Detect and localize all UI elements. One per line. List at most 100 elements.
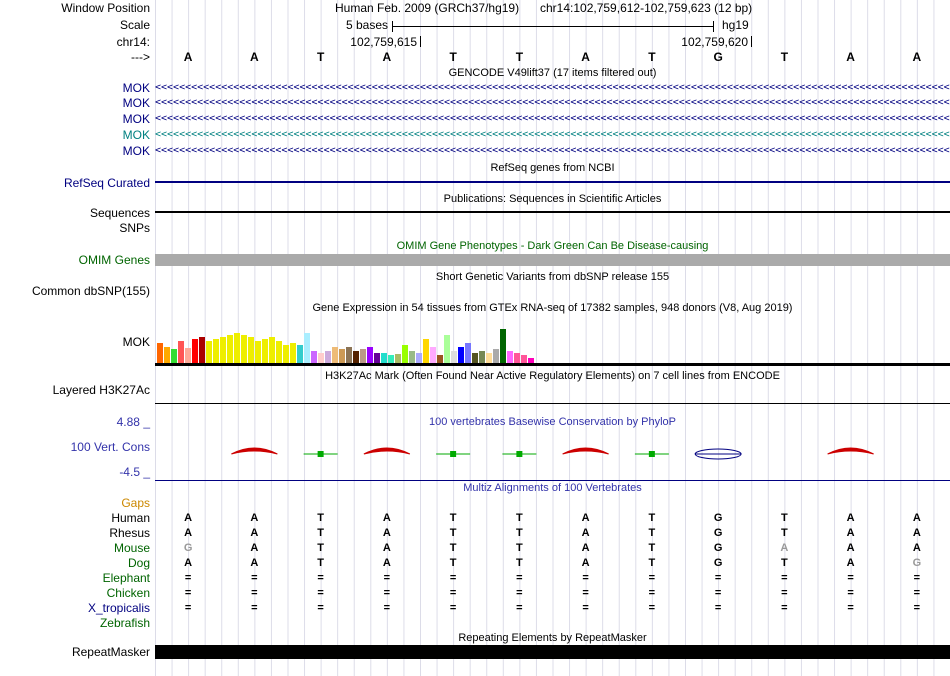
gtex-tissue-bar[interactable]	[283, 345, 289, 363]
gtex-tissue-bar[interactable]	[514, 353, 520, 363]
gene-label[interactable]: MOK	[0, 82, 150, 95]
sequences-label[interactable]: Sequences	[0, 207, 150, 220]
gtex-tissue-bar[interactable]	[164, 347, 170, 363]
gtex-tissue-bar[interactable]	[332, 347, 338, 363]
assembly-short: hg19	[722, 18, 749, 32]
gtex-tissue-bar[interactable]	[213, 339, 219, 363]
alignment-cell: =	[913, 572, 921, 584]
gene-label[interactable]: MOK	[0, 129, 150, 142]
alignment-cell: A	[912, 527, 921, 539]
gtex-tissue-bar[interactable]	[199, 337, 205, 363]
gene-track-row[interactable]: <<<<<<<<<<<<<<<<<<<<<<<<<<<<<<<<<<<<<<<<…	[155, 82, 950, 95]
gtex-tissue-bar[interactable]	[367, 347, 373, 363]
gtex-tissue-bar[interactable]	[241, 335, 247, 363]
gtex-tissue-bar[interactable]	[479, 351, 485, 363]
gtex-tissue-bar[interactable]	[255, 341, 261, 363]
sequences-bar[interactable]	[155, 211, 950, 213]
gtex-tissue-bar[interactable]	[521, 355, 527, 363]
gtex-tissue-bar[interactable]	[507, 351, 513, 363]
gtex-tissue-bar[interactable]	[381, 353, 387, 363]
gtex-tissue-bar[interactable]	[500, 329, 506, 363]
species-label[interactable]: X_tropicalis	[0, 602, 150, 615]
gtex-tissue-bar[interactable]	[416, 353, 422, 363]
gene-track-row[interactable]: <<<<<<<<<<<<<<<<<<<<<<<<<<<<<<<<<<<<<<<<…	[155, 129, 950, 142]
species-label[interactable]: Mouse	[0, 542, 150, 555]
alignment-cell: =	[847, 572, 854, 584]
omim-genes-label[interactable]: OMIM Genes	[0, 254, 150, 267]
gtex-tissue-bar[interactable]	[262, 339, 268, 363]
gtex-tissue-bar[interactable]	[269, 337, 275, 363]
base-letter: T	[449, 50, 457, 64]
gtex-tissue-bar[interactable]	[220, 337, 226, 363]
gtex-tissue-bar[interactable]	[409, 351, 415, 363]
gtex-tissue-bar[interactable]	[171, 349, 177, 363]
gtex-gene-label[interactable]: MOK	[0, 336, 150, 349]
gtex-tissue-bar[interactable]	[276, 341, 282, 363]
dbsnp-label[interactable]: Common dbSNP(155)	[0, 285, 150, 298]
repeatmasker-label[interactable]: RepeatMasker	[0, 646, 150, 659]
species-label[interactable]: Zebrafish	[0, 617, 150, 630]
gene-label[interactable]: MOK	[0, 97, 150, 110]
gtex-tissue-bar[interactable]	[493, 349, 499, 363]
gtex-tissue-bar[interactable]	[325, 351, 331, 363]
species-label[interactable]: Rhesus	[0, 527, 150, 540]
species-label[interactable]: Human	[0, 512, 150, 525]
gtex-tissue-bar[interactable]	[374, 353, 380, 363]
gtex-tissue-bar[interactable]	[437, 355, 443, 363]
gtex-tissue-bar[interactable]	[178, 341, 184, 363]
species-label[interactable]: Chicken	[0, 587, 150, 600]
gtex-tissue-bar[interactable]	[234, 333, 240, 363]
species-label[interactable]: Dog	[0, 557, 150, 570]
gtex-tissue-bar[interactable]	[248, 337, 254, 363]
gene-track-row[interactable]: <<<<<<<<<<<<<<<<<<<<<<<<<<<<<<<<<<<<<<<<…	[155, 97, 950, 110]
gene-track-row[interactable]: <<<<<<<<<<<<<<<<<<<<<<<<<<<<<<<<<<<<<<<<…	[155, 145, 950, 158]
gtex-tissue-bar[interactable]	[304, 333, 310, 363]
gtex-tissue-bar[interactable]	[185, 348, 191, 363]
gtex-tissue-bar[interactable]	[395, 354, 401, 363]
gtex-tissue-bar[interactable]	[339, 349, 345, 363]
gene-label[interactable]: MOK	[0, 145, 150, 158]
gtex-tissue-bar[interactable]	[360, 349, 366, 363]
h3k27ac-label[interactable]: Layered H3K27Ac	[0, 384, 150, 397]
alignment-cell: =	[781, 602, 788, 614]
gtex-tissue-bar[interactable]	[353, 351, 359, 363]
species-label[interactable]: Elephant	[0, 572, 150, 585]
gtex-tissue-bar[interactable]	[423, 339, 429, 363]
gene-track-row[interactable]: <<<<<<<<<<<<<<<<<<<<<<<<<<<<<<<<<<<<<<<<…	[155, 113, 950, 126]
phylop-track-label[interactable]: 100 Vert. Cons	[0, 441, 150, 454]
gtex-tissue-bar[interactable]	[444, 335, 450, 363]
alignment-cell: =	[714, 587, 722, 599]
gtex-tissue-bar[interactable]	[192, 339, 198, 363]
gtex-tissue-bar[interactable]	[430, 347, 436, 363]
alignment-cell: A	[780, 542, 789, 554]
gtex-tissue-bar[interactable]	[402, 345, 408, 363]
alignment-cell: =	[516, 572, 523, 584]
gtex-tissue-bar[interactable]	[290, 343, 296, 363]
gtex-tissue-bar[interactable]	[311, 351, 317, 363]
gtex-tissue-bar[interactable]	[206, 341, 212, 363]
alignment-cell: =	[582, 572, 589, 584]
alignment-cell: =	[251, 602, 258, 614]
gtex-tissue-bar[interactable]	[227, 335, 233, 363]
species-label[interactable]: Gaps	[0, 497, 150, 510]
gtex-tissue-bar[interactable]	[346, 347, 352, 363]
h3k27ac-baseline	[155, 403, 950, 404]
gtex-tissue-bar[interactable]	[318, 353, 324, 363]
alignment-cell: A	[846, 512, 855, 524]
gtex-tissue-bar[interactable]	[472, 353, 478, 363]
gtex-tissue-bar[interactable]	[157, 343, 163, 363]
gtex-tissue-bar[interactable]	[486, 353, 492, 363]
gtex-tissue-bar[interactable]	[451, 351, 457, 363]
phylop-conservation-track[interactable]	[155, 428, 950, 478]
omim-gene-bar[interactable]	[155, 254, 950, 266]
gene-label[interactable]: MOK	[0, 113, 150, 126]
repeatmasker-bar[interactable]	[155, 645, 950, 659]
genome-browser-image: Window Position Human Feb. 2009 (GRCh37/…	[0, 0, 950, 676]
gtex-tissue-bar[interactable]	[458, 347, 464, 363]
refseq-gene-bar[interactable]	[155, 181, 950, 183]
refseq-curated-label[interactable]: RefSeq Curated	[0, 177, 150, 190]
gtex-tissue-bar[interactable]	[297, 345, 303, 363]
gtex-tissue-bar[interactable]	[388, 355, 394, 363]
gtex-tissue-bar[interactable]	[465, 343, 471, 363]
snps-label[interactable]: SNPs	[0, 222, 150, 235]
